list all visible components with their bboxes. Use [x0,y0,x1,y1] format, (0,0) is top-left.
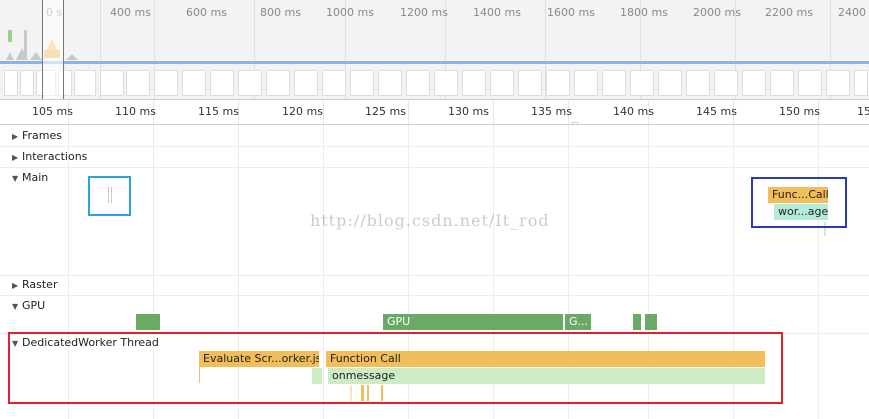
track-label: Interactions [22,150,88,163]
gpu-task-bar[interactable]: G... [565,314,591,330]
track-separator [0,275,869,276]
overview-tick-label: 1400 ms [473,6,521,19]
frame-box [798,70,822,96]
network-activity-bar [0,61,869,64]
overview-tick-label: 1000 ms [326,6,374,19]
frame-box [322,70,346,96]
timeline-overview[interactable]: 0 s 400 ms 600 ms 800 ms 1000 ms 1200 ms… [0,0,869,100]
overview-tick-label: 1800 ms [620,6,668,19]
cpu-idle-peak [66,54,78,60]
frame-box [406,70,430,96]
ruler-tick-label: 130 ms [448,105,489,118]
ruler-tick [323,100,324,124]
ruler-tick-label: 150 ms [779,105,820,118]
frame-box [742,70,766,96]
frame-box [546,70,570,96]
track-separator [0,167,869,168]
track-interactions[interactable]: ▶ Interactions [12,150,87,163]
time-ruler: 105 ms 110 ms 115 ms 120 ms 125 ms 130 m… [0,100,869,125]
ruler-tick-label: 135 ms [531,105,572,118]
frame-box [826,70,850,96]
frame-box [854,70,868,96]
track-gpu[interactable]: ▼ GPU [12,299,45,312]
frame-box [294,70,318,96]
frame-box [182,70,206,96]
expand-triangle-icon[interactable]: ▶ [12,281,22,290]
gpu-task-bar[interactable] [633,314,641,330]
track-label: Raster [22,278,58,291]
frames-overview [0,70,869,98]
overview-tick-label: 2000 ms [693,6,741,19]
overview-selection-window[interactable] [42,0,64,99]
overview-tick-label: 400 ms [110,6,151,19]
resize-grip[interactable]: ... [571,117,581,125]
ruler-tick-label: 145 ms [696,105,737,118]
flame-chart[interactable]: ▶ Frames ▶ Interactions ▼ Main Func...Call … [0,125,869,419]
ruler-tick-label: 105 ms [32,105,73,118]
frame-box [126,70,150,96]
track-raster[interactable]: ▶ Raster [12,278,57,291]
frame-box [350,70,374,96]
collapse-triangle-icon[interactable]: ▼ [12,302,22,311]
track-separator [0,295,869,296]
frame-box [518,70,542,96]
frame-box [266,70,290,96]
ruler-tick [408,100,409,124]
frame-box [462,70,486,96]
ruler-tick-label: 115 ms [198,105,239,118]
frame-box [238,70,262,96]
track-label: GPU [22,299,46,312]
ruler-tick [493,100,494,124]
overview-tick-label: 1200 ms [400,6,448,19]
frame-box [154,70,178,96]
ruler-tick-label: 125 ms [365,105,406,118]
gpu-task-bar[interactable] [136,314,160,330]
frame-box [490,70,514,96]
grid-line [818,125,819,419]
frame-box [210,70,234,96]
ruler-tick-label: 140 ms [613,105,654,118]
cpu-idle-peak [30,52,42,60]
cpu-idle-peak [6,52,14,60]
track-frames[interactable]: ▶ Frames [12,129,62,142]
gpu-task-bar[interactable]: GPU [383,314,563,330]
track-label: Main [22,171,49,184]
track-main[interactable]: ▼ Main [12,171,48,184]
overview-tick-label: 600 ms [186,6,227,19]
track-separator [0,146,869,147]
ruler-tick-label: 110 ms [115,105,156,118]
frame-box [602,70,626,96]
track-label: Frames [22,129,63,142]
highlight-box-blue [88,176,131,216]
frame-box [686,70,710,96]
overview-tick-label: 1600 ms [547,6,595,19]
frame-box [714,70,738,96]
expand-triangle-icon[interactable]: ▶ [12,132,22,141]
frame-box [630,70,654,96]
highlight-box-navy [751,177,847,228]
frame-box [658,70,682,96]
overview-tick-label: 2400 [838,6,866,19]
frame-box [434,70,458,96]
overview-tick-label: 800 ms [260,6,301,19]
frame-box [20,70,34,96]
gpu-task-bar[interactable] [645,314,657,330]
frame-box [770,70,794,96]
collapse-triangle-icon[interactable]: ▼ [12,174,22,183]
overview-tick-label: 2200 ms [765,6,813,19]
frame-box [4,70,18,96]
ruler-tick-label: 15 [857,105,869,118]
frame-box [574,70,598,96]
frame-box [74,70,96,96]
ruler-tick-label: 120 ms [282,105,323,118]
expand-triangle-icon[interactable]: ▶ [12,153,22,162]
highlight-box-red [8,332,783,404]
frame-box [378,70,402,96]
cpu-activity-chart [6,30,78,60]
frame-box [100,70,124,96]
cpu-bar [8,30,12,42]
watermark-text: http://blog.csdn.net/It_rod [310,211,550,230]
